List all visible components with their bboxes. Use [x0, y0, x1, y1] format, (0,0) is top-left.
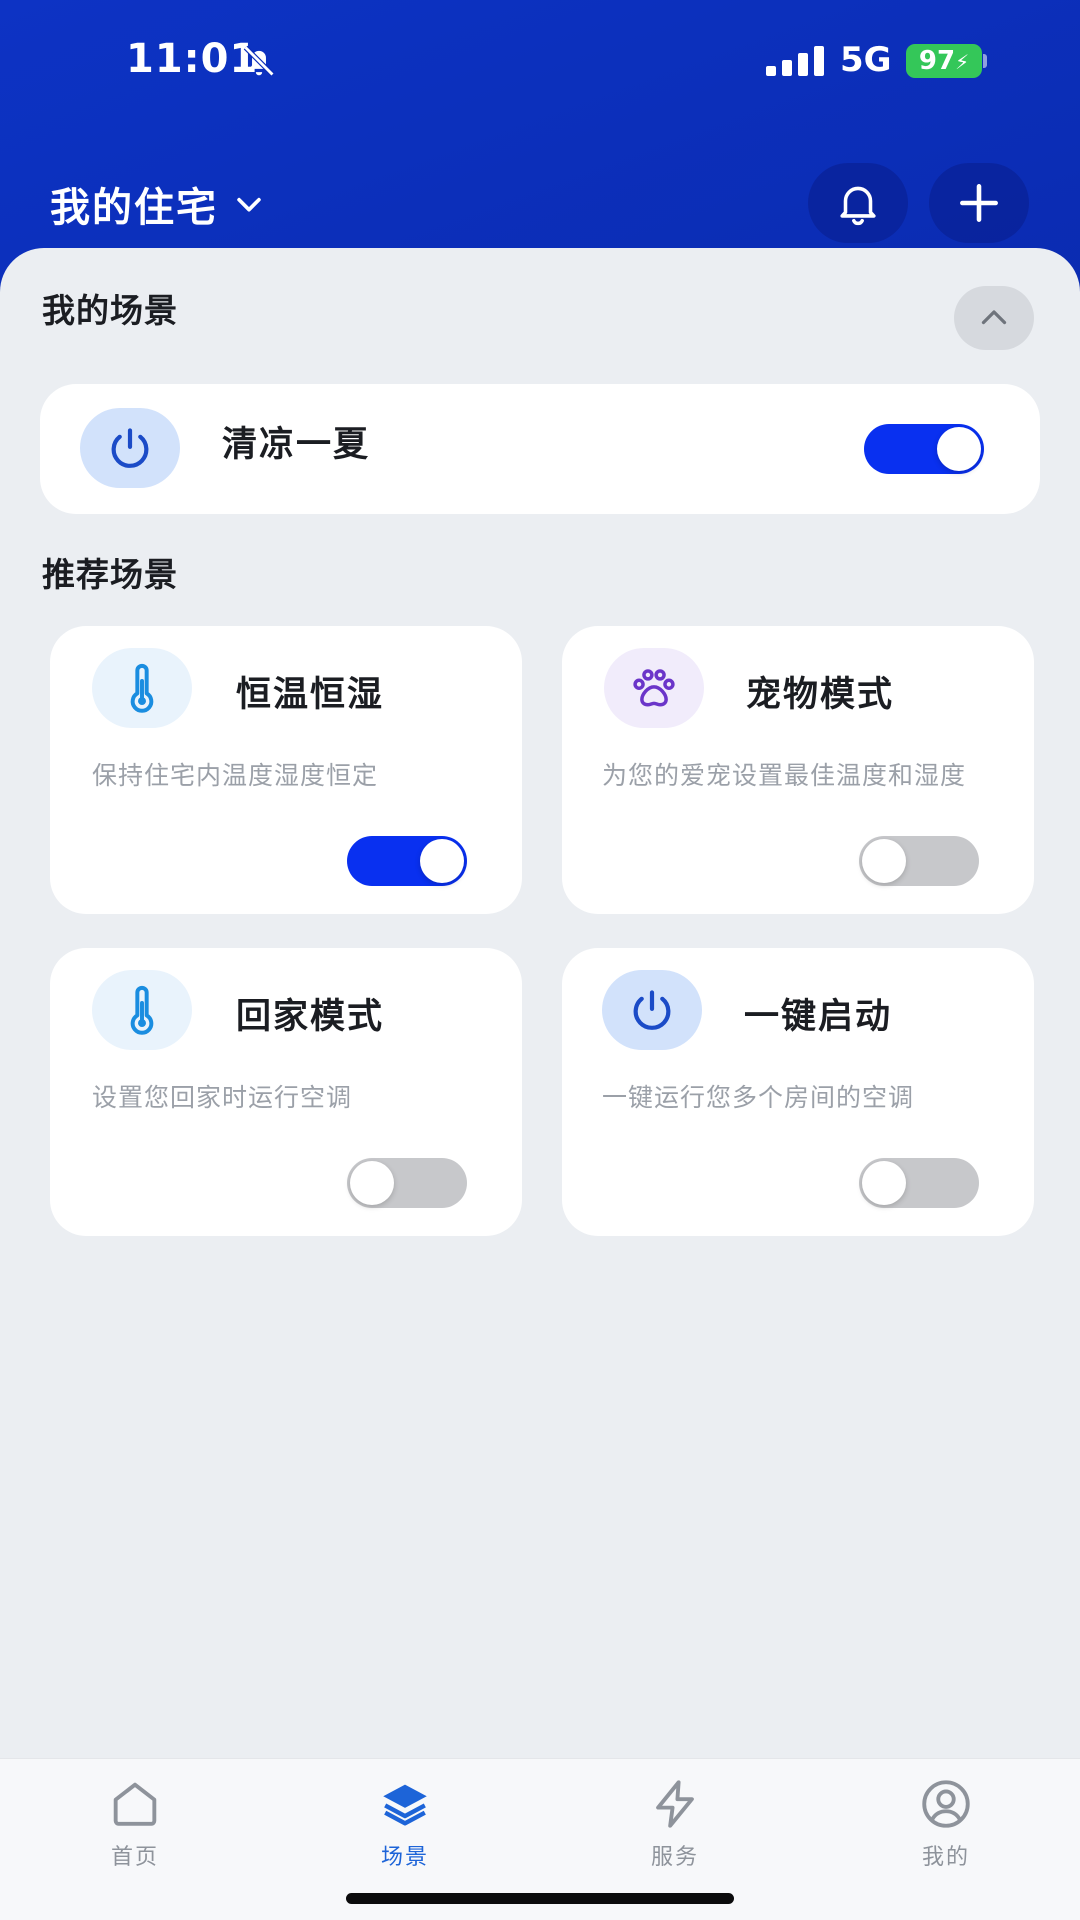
profile-icon	[922, 1780, 970, 1828]
scene-icon-badge	[92, 970, 192, 1050]
scene-toggle[interactable]	[859, 1158, 979, 1208]
scene-description: 为您的爱宠设置最佳温度和湿度	[602, 761, 967, 790]
notifications-button[interactable]	[808, 163, 908, 243]
battery-tip	[983, 54, 987, 68]
power-icon	[633, 990, 671, 1030]
toggle-knob	[350, 1161, 394, 1205]
recommended-card[interactable]: 恒温恒湿 保持住宅内温度湿度恒定	[50, 626, 522, 914]
lightning-icon	[656, 1780, 694, 1828]
tab-scenes[interactable]: 场景	[335, 1775, 475, 1885]
tab-services[interactable]: 服务	[605, 1775, 745, 1885]
tab-label: 我的	[921, 1845, 970, 1870]
charging-icon: ⚡	[955, 50, 970, 74]
home-icon	[113, 1782, 157, 1826]
tab-home[interactable]: 首页	[65, 1775, 205, 1885]
add-button[interactable]	[929, 163, 1029, 243]
scene-toggle[interactable]	[347, 836, 467, 886]
bell-icon	[840, 186, 876, 226]
tab-label: 服务	[650, 1845, 699, 1870]
recommended-card[interactable]: 回家模式 设置您回家时运行空调	[50, 948, 522, 1236]
scene-name: 恒温恒湿	[236, 675, 385, 715]
bell-muted-icon	[243, 45, 275, 77]
scene-name: 一键启动	[744, 997, 893, 1037]
recommended-card[interactable]: 宠物模式 为您的爱宠设置最佳温度和湿度	[562, 626, 1034, 914]
status-bar: 11:01 5G 97⚡	[0, 0, 1080, 120]
scene-icon-badge	[92, 648, 192, 728]
cellular-signal-icon	[766, 46, 824, 76]
scene-description: 一键运行您多个房间的空调	[602, 1083, 915, 1112]
toggle-knob	[862, 1161, 906, 1205]
scene-icon-badge	[604, 648, 704, 728]
network-type: 5G	[840, 40, 892, 80]
toggle-knob	[420, 839, 464, 883]
home-name: 我的住宅	[50, 185, 218, 231]
tab-label: 场景	[380, 1845, 429, 1870]
chevron-down-icon	[237, 197, 261, 212]
tab-profile[interactable]: 我的	[876, 1775, 1016, 1885]
my-scene-card[interactable]: 清凉一夏	[40, 384, 1040, 514]
power-icon	[111, 428, 149, 468]
thermometer-icon	[130, 663, 154, 713]
thermometer-icon	[130, 985, 154, 1035]
content-sheet: 我的场景 清凉一夏 推荐场景 恒温恒湿 保持住宅内温度湿度恒定 宠物模式 为您的…	[0, 248, 1080, 1758]
toggle-knob	[937, 427, 981, 471]
scene-description: 设置您回家时运行空调	[92, 1083, 353, 1112]
plus-icon	[960, 184, 998, 222]
scene-toggle[interactable]	[859, 836, 979, 886]
home-indicator[interactable]	[346, 1893, 734, 1904]
tab-label: 首页	[110, 1845, 159, 1870]
my-scenes-title: 我的场景	[42, 291, 178, 330]
battery-level: 97	[918, 46, 956, 76]
toggle-knob	[862, 839, 906, 883]
paw-icon	[633, 669, 675, 707]
layers-icon	[383, 1784, 427, 1826]
status-time: 11:01	[126, 36, 259, 82]
scene-name: 清凉一夏	[222, 425, 371, 465]
scene-name: 回家模式	[236, 997, 385, 1037]
scene-icon-badge	[80, 408, 180, 488]
scene-toggle[interactable]	[864, 424, 984, 474]
chevron-up-icon	[981, 310, 1007, 325]
scene-toggle[interactable]	[347, 1158, 467, 1208]
home-selector[interactable]: 我的住宅	[50, 176, 266, 232]
scene-name: 宠物模式	[746, 675, 895, 715]
scene-description: 保持住宅内温度湿度恒定	[92, 761, 379, 790]
collapse-button[interactable]	[954, 286, 1034, 350]
recommended-title: 推荐场景	[42, 555, 178, 594]
screen: 11:01 5G 97⚡ 我的住宅 我的场景 清凉一夏 推荐场景 恒温恒湿 保持…	[0, 0, 1080, 1920]
scene-icon-badge	[602, 970, 702, 1050]
recommended-card[interactable]: 一键启动 一键运行您多个房间的空调	[562, 948, 1034, 1236]
battery-indicator: 97⚡	[906, 44, 982, 78]
